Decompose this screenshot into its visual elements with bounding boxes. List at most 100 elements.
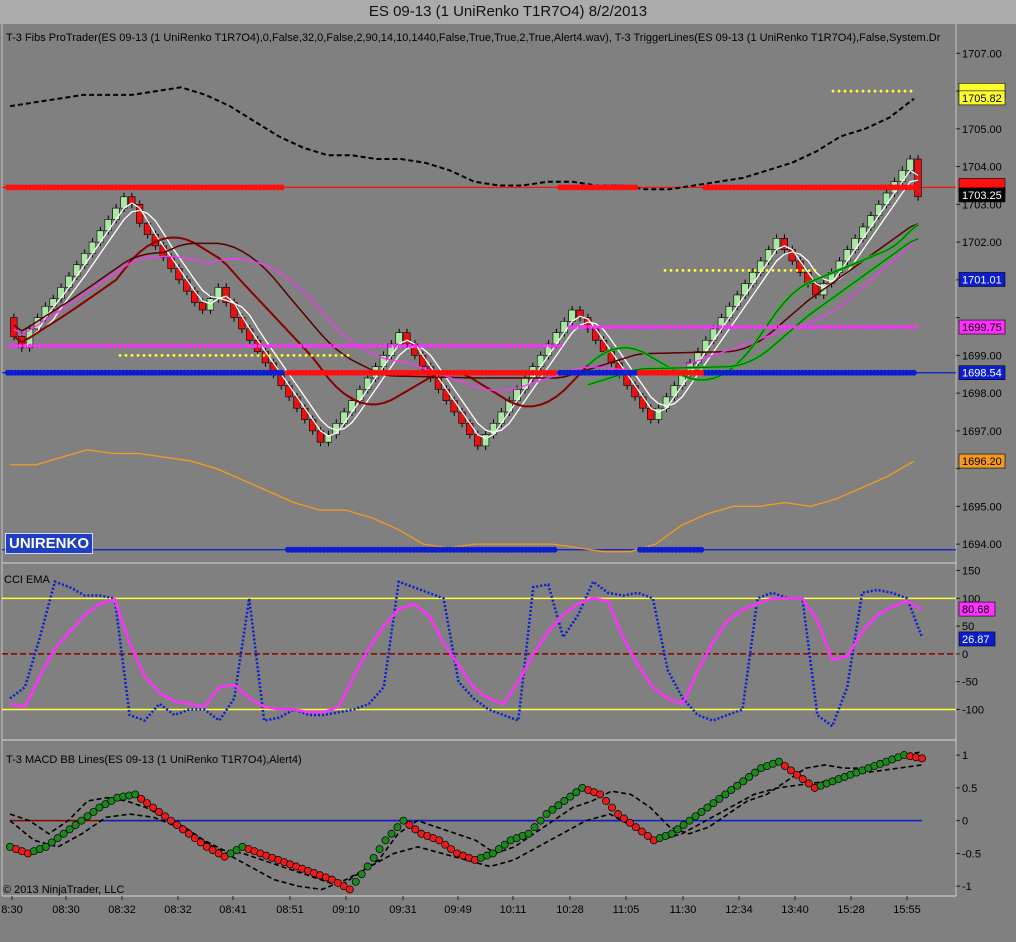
y-tick-label: 1702.00 bbox=[962, 237, 1002, 249]
band-dot bbox=[244, 353, 248, 357]
renko-bar bbox=[88, 241, 97, 254]
y-tick-label: -0.5 bbox=[962, 848, 981, 860]
y-tick-label: 1697.00 bbox=[962, 426, 1002, 438]
chart-svg[interactable]: 1707.001705.001704.001703.001702.001699.… bbox=[0, 24, 1016, 942]
band-dot bbox=[237, 343, 243, 349]
renko-bar bbox=[104, 219, 112, 232]
band-dot bbox=[197, 343, 203, 349]
band-dot bbox=[310, 353, 314, 357]
band-dot bbox=[662, 324, 668, 330]
band-dot bbox=[467, 343, 473, 349]
band-dot bbox=[242, 343, 248, 349]
band-dot bbox=[222, 343, 228, 349]
band-dot bbox=[274, 353, 278, 357]
band-dot bbox=[742, 324, 748, 330]
x-tick-label: 08:51 bbox=[276, 904, 304, 916]
renko-bar bbox=[277, 373, 285, 386]
band-dot bbox=[777, 324, 783, 330]
renko-bar bbox=[670, 385, 678, 398]
band-dot bbox=[280, 353, 284, 357]
renko-bar bbox=[843, 249, 851, 262]
macd-dot bbox=[530, 823, 539, 832]
renko-bar bbox=[513, 389, 521, 401]
band-dot bbox=[57, 343, 63, 349]
y-tick-label: 1704.00 bbox=[962, 162, 1002, 174]
renko-bar bbox=[261, 351, 270, 364]
blue-dot-band bbox=[557, 369, 639, 376]
band-dot bbox=[162, 343, 168, 349]
band-dot bbox=[722, 324, 728, 330]
band-dot bbox=[347, 343, 353, 349]
band-dot bbox=[148, 353, 152, 357]
band-dot bbox=[771, 269, 775, 272]
red-dot-band bbox=[5, 184, 285, 191]
renko-bar bbox=[246, 328, 254, 341]
value-marker-label: 26.87 bbox=[962, 634, 990, 646]
renko-bar bbox=[764, 249, 773, 262]
band-dot bbox=[302, 343, 308, 349]
blue-dot-band-bottom bbox=[285, 546, 558, 553]
y-tick-label: 1695.00 bbox=[962, 501, 1002, 513]
renko-bar bbox=[898, 170, 906, 182]
price-marker-label: 1699.75 bbox=[962, 322, 1002, 334]
renko-bar bbox=[340, 411, 348, 424]
band-dot bbox=[160, 353, 164, 357]
band-dot bbox=[813, 269, 817, 272]
renko-bar bbox=[363, 377, 372, 390]
band-dot bbox=[328, 353, 332, 357]
band-dot bbox=[602, 324, 608, 330]
band-dot bbox=[362, 343, 368, 349]
band-dot bbox=[547, 343, 553, 349]
band-dot bbox=[712, 324, 718, 330]
band-dot bbox=[552, 343, 558, 349]
macd-dot bbox=[345, 885, 354, 894]
band-dot bbox=[357, 343, 363, 349]
band-dot bbox=[607, 324, 613, 330]
band-dot bbox=[551, 546, 558, 553]
band-dot bbox=[587, 324, 593, 330]
renko-bar bbox=[552, 332, 560, 345]
band-dot bbox=[617, 324, 623, 330]
band-dot bbox=[647, 324, 653, 330]
red-dot-band bbox=[557, 184, 639, 191]
band-dot bbox=[97, 343, 103, 349]
band-dot bbox=[789, 269, 793, 272]
band-dot bbox=[862, 324, 868, 330]
band-dot bbox=[687, 269, 691, 272]
renko-bar bbox=[780, 238, 788, 250]
renko-bar bbox=[466, 423, 474, 435]
band-dot bbox=[577, 324, 583, 330]
band-dot bbox=[432, 343, 438, 349]
band-dot bbox=[142, 353, 146, 357]
band-dot bbox=[487, 343, 493, 349]
band-dot bbox=[807, 324, 813, 330]
band-dot bbox=[512, 343, 518, 349]
renko-bar bbox=[175, 268, 183, 281]
band-dot bbox=[632, 184, 639, 191]
x-tick-label: 09:31 bbox=[389, 904, 417, 916]
y-tick-label: 150 bbox=[962, 566, 980, 578]
band-dot bbox=[772, 324, 778, 330]
band-dot bbox=[27, 343, 33, 349]
band-dot bbox=[268, 353, 272, 357]
band-dot bbox=[402, 343, 408, 349]
band-dot bbox=[202, 343, 208, 349]
band-dot bbox=[252, 343, 258, 349]
band-dot bbox=[711, 269, 715, 272]
band-dot bbox=[687, 324, 693, 330]
band-dot bbox=[692, 324, 698, 330]
band-dot bbox=[837, 89, 841, 93]
band-dot bbox=[782, 324, 788, 330]
renko-bar bbox=[96, 230, 104, 243]
band-dot bbox=[762, 324, 768, 330]
band-dot bbox=[477, 343, 483, 349]
band-dot bbox=[37, 343, 43, 349]
band-dot bbox=[842, 324, 848, 330]
band-dot bbox=[532, 343, 538, 349]
band-dot bbox=[757, 324, 763, 330]
renko-bar bbox=[80, 253, 89, 266]
band-dot bbox=[767, 324, 773, 330]
renko-bar bbox=[709, 328, 718, 341]
band-dot bbox=[783, 269, 787, 272]
x-tick-label: 08:32 bbox=[108, 904, 136, 916]
